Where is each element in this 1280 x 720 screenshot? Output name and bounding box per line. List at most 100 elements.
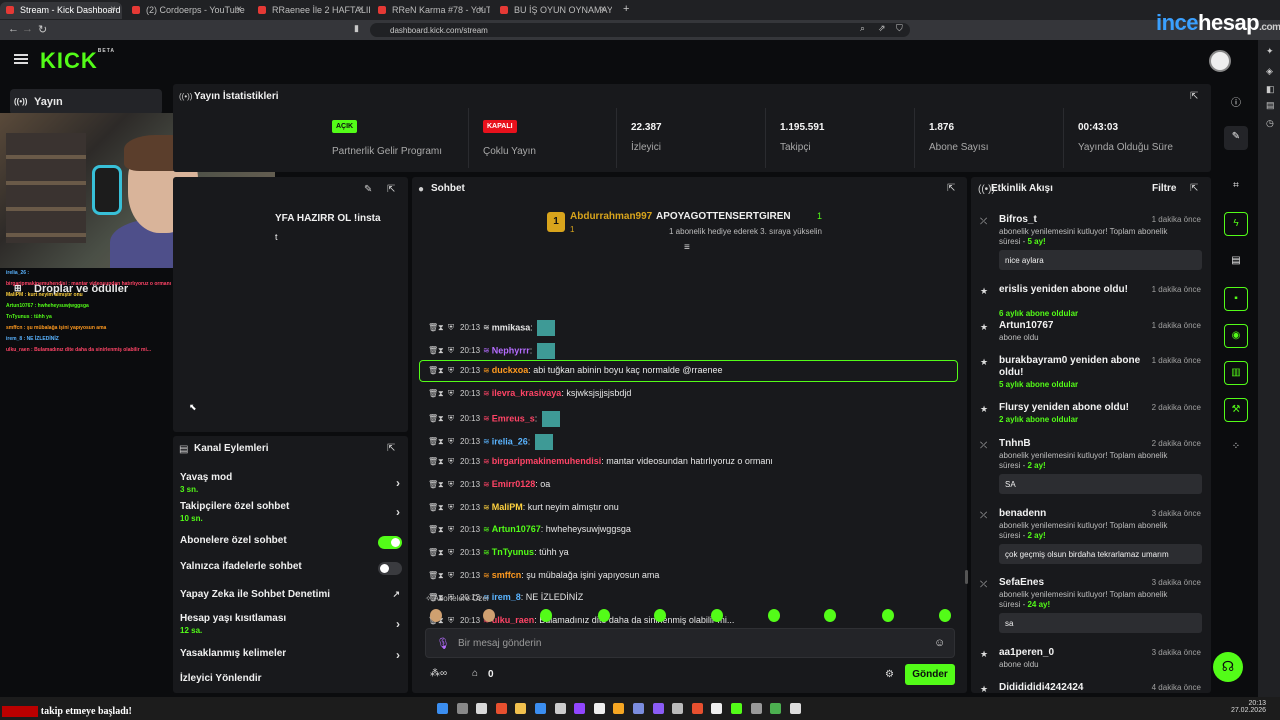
new-tab-button[interactable]: +	[623, 3, 629, 15]
channel-action-item[interactable]: İzleyici Yönlendir	[180, 673, 402, 684]
emote-button[interactable]	[711, 609, 723, 622]
browser-tab[interactable]: BU İŞ OYUN OYNAMAYA BENZEMİ...×	[494, 2, 612, 19]
chat-input[interactable]: 🎙 Bir mesaj gönderin ☺	[425, 628, 955, 658]
emote-button[interactable]	[598, 609, 610, 622]
side-panel-icon[interactable]: ▤	[1266, 100, 1275, 111]
timeout-icon[interactable]: ⧗	[438, 457, 448, 467]
emote-button[interactable]	[654, 609, 666, 622]
chat-message[interactable]: 🗑⧗ ⛨ 20:13 ≋ irelia_26:	[428, 433, 553, 452]
side-panel-icon[interactable]: ◷	[1266, 118, 1274, 129]
channel-action-item[interactable]: Abonelere özel sohbet	[180, 535, 402, 549]
ban-icon[interactable]: ⛨	[448, 571, 458, 581]
user-avatar[interactable]	[1209, 50, 1231, 72]
chat-message[interactable]: 🗑⧗ ⛨ 20:13 ≋ TnTyunus: tühh ya	[428, 547, 569, 565]
delete-icon[interactable]: 🗑	[428, 414, 438, 423]
taskbar-app-icon[interactable]	[633, 703, 644, 714]
taskbar-app-icon[interactable]	[515, 703, 527, 714]
edit-icon[interactable]: ✎	[364, 184, 372, 195]
layout-icon[interactable]: ▥	[1224, 361, 1248, 385]
sidebar-item-yayin[interactable]: ((•)) Yayın	[10, 89, 162, 115]
broadcast-icon[interactable]: ◉	[1224, 324, 1248, 348]
chat-message[interactable]: 🗑⧗ ⛨ 20:13 ≋ birgaripmakinemuhendisi: mantar…	[428, 456, 773, 474]
document-icon[interactable]: ▤	[1224, 250, 1248, 274]
taskbar-app-icon[interactable]	[770, 703, 782, 714]
timeout-icon[interactable]: ⧗	[438, 571, 448, 581]
ban-icon[interactable]: ⛨	[448, 346, 458, 356]
delete-icon[interactable]: 🗑	[428, 323, 438, 332]
info-icon[interactable]: ⓘ	[1224, 89, 1248, 113]
delete-icon[interactable]: 🗑	[428, 346, 438, 355]
emote-button[interactable]	[483, 609, 495, 622]
channel-action-item[interactable]: Yapay Zeka ile Sohbet Denetimi ↗	[180, 589, 402, 600]
taskbar-app-icon[interactable]	[593, 703, 605, 714]
timeout-icon[interactable]: ⧗	[438, 437, 448, 447]
chat-message[interactable]: 🗑⧗ ⛨ 20:13 ≋ mmikasa:	[428, 320, 556, 338]
message-username[interactable]: duckxoa	[492, 365, 529, 375]
side-panel-icon[interactable]: ◧	[1266, 84, 1275, 95]
toggle-switch[interactable]	[378, 562, 402, 575]
ban-icon[interactable]: ⛨	[448, 323, 458, 333]
taskbar-clock[interactable]: 20:13 27.02.2026	[1228, 700, 1266, 714]
taskbar-app-icon[interactable]	[731, 703, 742, 714]
zoom-icon[interactable]: ⌕	[860, 23, 865, 34]
message-username[interactable]: Emreus_s	[492, 413, 535, 423]
timeout-icon[interactable]: ⧗	[438, 366, 448, 376]
taskbar-app-icon[interactable]	[613, 703, 625, 714]
chat-message[interactable]: 🗑⧗ ⛨ 20:13 ≋ Nephyrrr:	[428, 342, 555, 361]
crop-icon[interactable]: ⌗	[1224, 175, 1248, 199]
edit-icon[interactable]: ✎	[1224, 126, 1248, 150]
close-tab-icon[interactable]: ×	[478, 4, 484, 15]
ban-icon[interactable]: ⛨	[448, 616, 458, 626]
message-username[interactable]: irem_8	[492, 592, 521, 602]
timeout-icon[interactable]: ⧗	[438, 525, 448, 535]
chat-scrollbar[interactable]	[965, 570, 968, 584]
close-tab-icon[interactable]: ×	[110, 4, 116, 15]
url-field[interactable]: dashboard.kick.com/stream	[370, 23, 910, 37]
bolt-icon[interactable]: ϟ	[1224, 212, 1248, 236]
chat-message[interactable]: 🗑⧗ ⛨ 20:13 ≋ Emirr0128: oa	[428, 479, 550, 497]
delete-icon[interactable]: 🗑	[428, 437, 438, 446]
taskbar-app-icon[interactable]	[476, 703, 488, 714]
ban-icon[interactable]: ⛨	[448, 548, 458, 558]
taskbar-app-icon[interactable]	[456, 703, 468, 714]
message-username[interactable]: irelia_26	[492, 436, 528, 446]
chat-bubble-icon[interactable]: ▪	[1224, 287, 1248, 311]
channel-action-item[interactable]: Takipçilere özel sohbet 10 sn. ›	[180, 501, 402, 523]
pinned-recipient[interactable]: APOYAGOTTENSERTGIREN	[656, 211, 791, 222]
taskbar-app-icon[interactable]	[691, 703, 703, 714]
timeout-icon[interactable]: ⧗	[438, 323, 448, 333]
emote-button[interactable]	[540, 609, 552, 622]
microphone-icon[interactable]: 🎙	[436, 637, 450, 650]
chat-message[interactable]: 🗑⧗ ⛨ 20:13 ≋ smffcn: şu mübalağa işini yapıy…	[428, 570, 659, 588]
expand-icon[interactable]: ⇱	[947, 183, 955, 194]
message-username[interactable]: TnTyunus	[492, 547, 534, 557]
bookmark-icon[interactable]: ▮	[354, 23, 359, 34]
expand-icon[interactable]: ⇱	[1190, 183, 1198, 194]
taskbar-app-icon[interactable]	[652, 703, 664, 714]
close-tab-icon[interactable]: ×	[236, 4, 242, 15]
taskbar-app-icon[interactable]	[554, 703, 566, 714]
channel-action-item[interactable]: Yasaklanmış kelimeler ›	[180, 648, 402, 662]
delete-icon[interactable]: 🗑	[428, 457, 438, 466]
side-panel-icon[interactable]: ✦	[1266, 46, 1274, 57]
send-button[interactable]: Gönder	[905, 664, 955, 685]
chat-message[interactable]: 🗑⧗ ⛨ 20:13 ≋ duckxoa: abi tuğkan abinin boyu…	[428, 365, 723, 383]
ban-icon[interactable]: ⛨	[448, 414, 458, 424]
taskbar-app-icon[interactable]	[535, 703, 546, 714]
chat-message[interactable]: 🗑⧗ ⛨ 20:13 ≋ Emreus_s:	[428, 410, 560, 429]
kick-logo[interactable]: KICKBETA	[40, 48, 115, 74]
expand-icon[interactable]: ⇱	[387, 184, 395, 195]
back-icon[interactable]: ←	[8, 23, 19, 35]
timeout-icon[interactable]: ⧗	[438, 414, 448, 424]
taskbar-app-icon[interactable]	[672, 703, 684, 714]
ban-icon[interactable]: ⛨	[448, 525, 458, 535]
timeout-icon[interactable]: ⧗	[438, 548, 448, 558]
browser-tab[interactable]: RReN Karma #78 - YouTube×	[372, 2, 490, 19]
ban-icon[interactable]: ⛨	[448, 457, 458, 467]
pinned-gifter[interactable]: Abdurrahman997	[570, 211, 652, 222]
delete-icon[interactable]: 🗑	[428, 548, 438, 557]
wrench-icon[interactable]: ⚒	[1224, 398, 1248, 422]
message-username[interactable]: mmikasa	[492, 322, 531, 332]
emote-button[interactable]	[939, 609, 951, 622]
message-username[interactable]: ilevra_krasivaya	[492, 388, 562, 398]
